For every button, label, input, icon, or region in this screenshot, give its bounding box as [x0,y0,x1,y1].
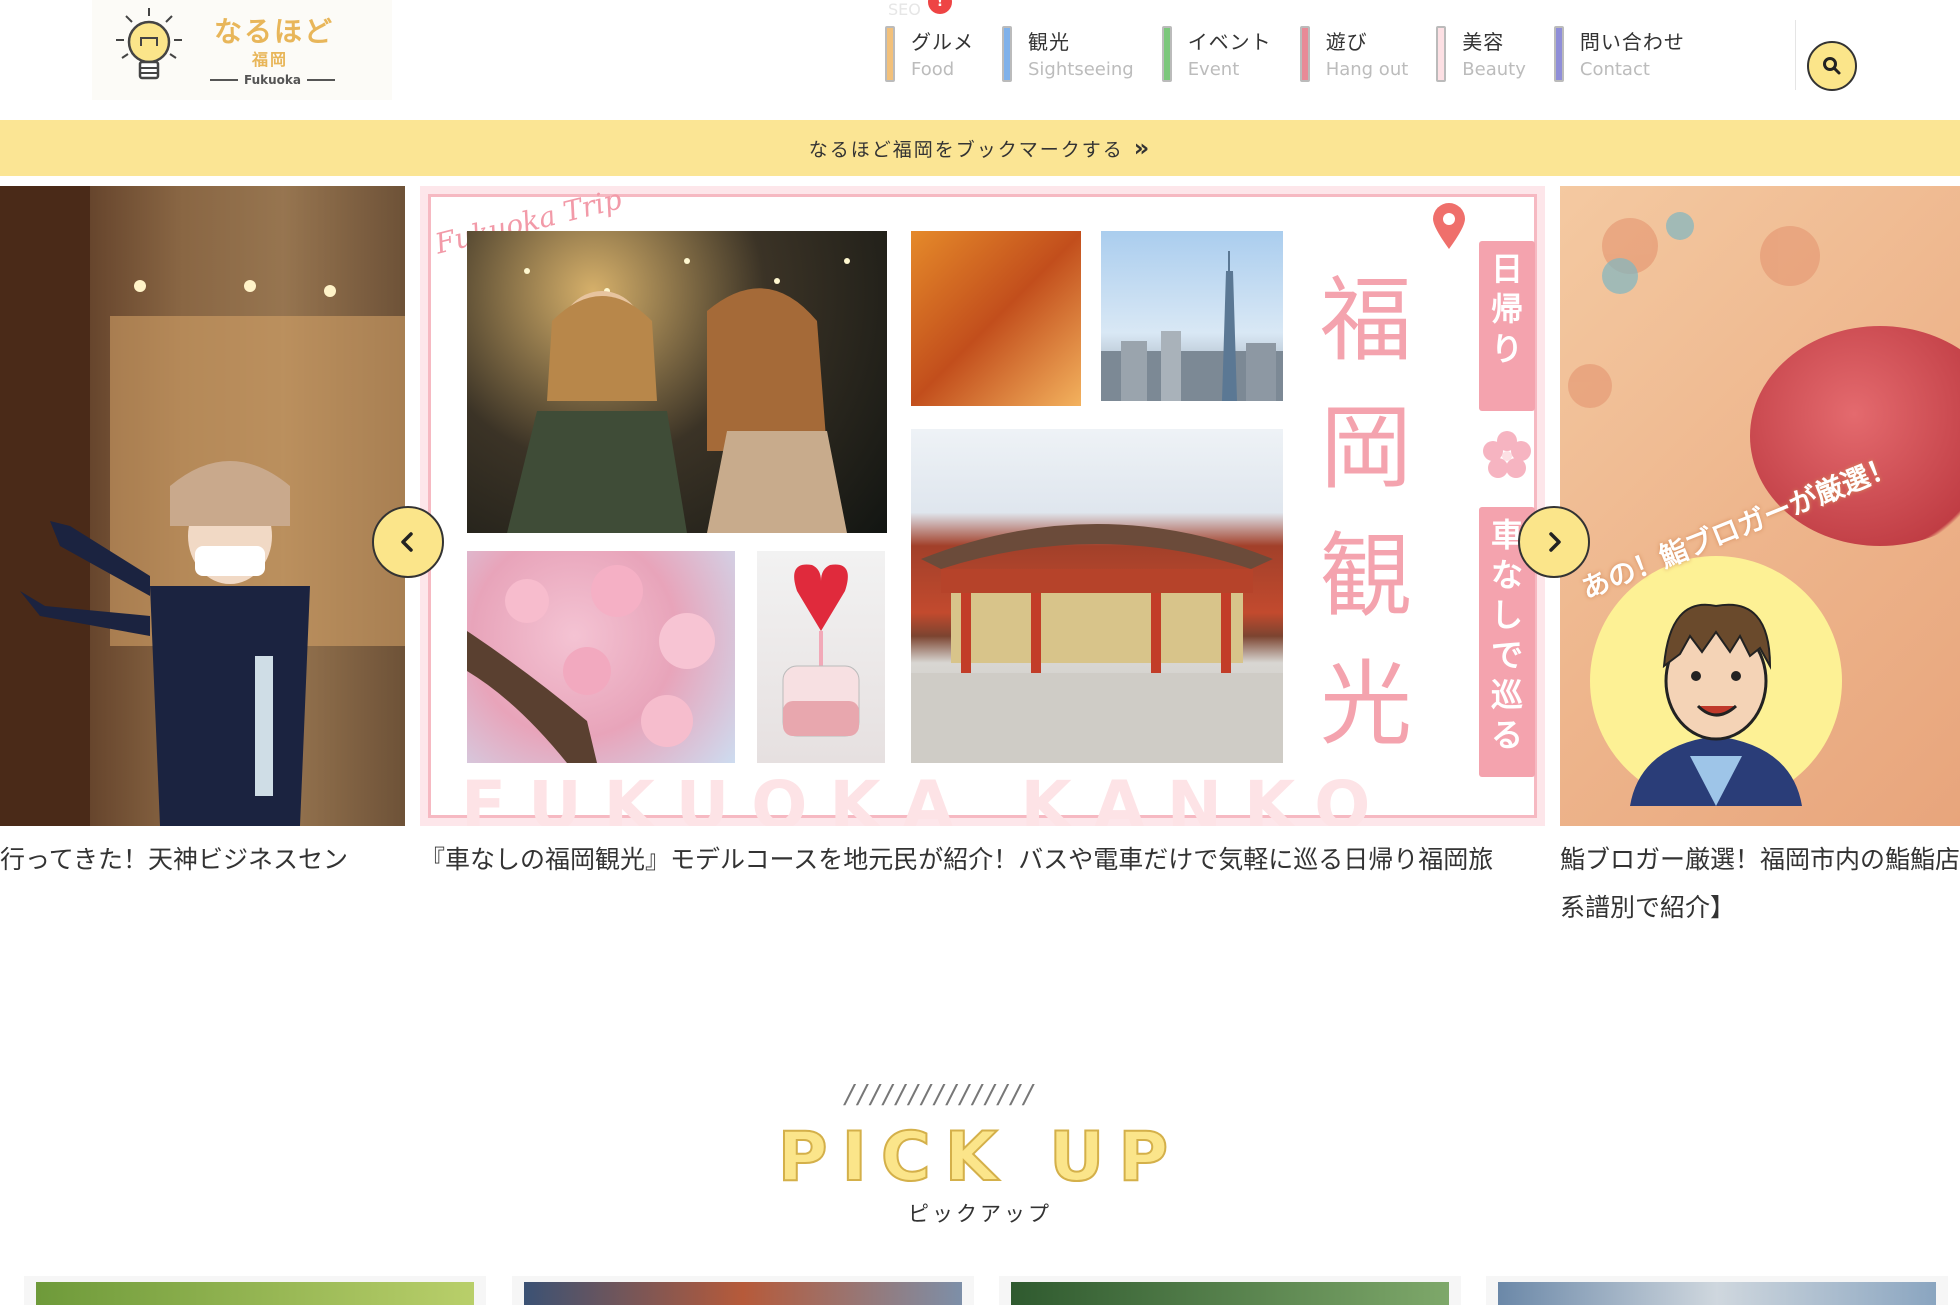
site-header: なるほど 福岡 Fukuoka SEO ! グルメ Food 観光 Sightsee… [0,0,1960,120]
slide-image-center[interactable]: Fukuoka Trip 福岡観光 日帰り 車なしで巡る FUKUOKA KAN… [420,186,1545,826]
nav-label: 遊び [1325,30,1368,54]
banner-tag-daytrip: 日帰り [1479,241,1535,411]
featured-slider: Fukuoka Trip 福岡観光 日帰り 車なしで巡る FUKUOKA KAN… [0,186,1960,926]
photo-cherry-blossom [467,551,735,763]
pickup-decoration: /////////////// [845,1080,1037,1110]
banner-frame: Fukuoka Trip 福岡観光 日帰り 車なしで巡る FUKUOKA KAN… [428,186,1537,826]
photo-candy-jar [757,551,885,763]
nav-label: イベント [1187,30,1272,54]
photo-night-friends [467,231,887,533]
pickup-card-image[interactable] [36,1282,474,1305]
photo-shrine [911,429,1283,763]
nav-color-bar [1161,26,1172,82]
nav-color-bar [1299,26,1310,82]
lightbulb-icon [116,8,182,80]
nav-sublabel: Hang out [1325,59,1409,80]
pickup-card-image[interactable] [524,1282,962,1305]
nav-label: 美容 [1462,30,1505,54]
nav-color-bar [1002,26,1012,82]
photo-city-skyline [1101,231,1283,401]
slide-image-right[interactable]: あの！鮨ブロガーが厳選！ [1560,186,1960,826]
seo-label: SEO [888,0,921,19]
photo-cherry-blossom-art [467,565,715,763]
search-button[interactable] [1807,41,1857,91]
map-pin-icon [1433,203,1465,249]
nav-sublabel: Sightseeing [1028,59,1134,80]
logo-title: なるほど [214,15,335,48]
nav-sublabel: Beauty [1462,59,1526,80]
chevron-left-icon [401,532,413,552]
nav-label: 問い合わせ [1579,30,1685,54]
slide-photo-left [0,186,405,826]
nav-color-bar [885,26,895,82]
photo-autumn-leaves [911,231,1081,406]
nav-item-contact[interactable]: 問い合わせ Contact [1553,26,1685,86]
pickup-card-image[interactable] [1011,1282,1449,1305]
logo-english-text: Fukuoka [244,73,301,87]
bookmark-label: なるほど福岡をブックマークする [808,138,1124,161]
nav-item-beauty[interactable]: 美容 Beauty [1436,26,1526,86]
main-nav: グルメ Food 観光 Sightseeing イベント Event 遊び Hang o… [885,26,1713,86]
banner-watermark: FUKUOKA KANKO [461,767,1393,826]
nav-color-bar [1436,26,1447,82]
photo-night-friends-art [507,258,850,533]
flower-icon [1483,431,1531,478]
nav-item-food[interactable]: グルメ Food [885,26,974,86]
photo-candy-jar-art [782,564,860,737]
pickup-heading: PICK UP [777,1117,1183,1198]
nav-sublabel: Food [911,59,955,80]
nav-color-bar [1553,26,1564,82]
photo-city-skyline-art [1101,251,1283,401]
slider-prev-button[interactable] [372,506,444,578]
slide-caption-right[interactable]: 鮨ブロガー厳選！福岡市内の鮨鮨店系譜別で紹介】 [1560,836,1960,932]
banner-title: 福岡観光 [1319,267,1412,758]
nav-sublabel: Event [1187,59,1240,80]
nav-sublabel: Contact [1579,59,1650,80]
nav-divider [1795,20,1796,90]
logo-english: Fukuoka [210,73,335,87]
nav-item-event[interactable]: イベント Event [1161,26,1272,86]
slide-caption-left[interactable]: 行ってきた！天神ビジネスセン [0,836,400,884]
pickup-cards [0,1276,1960,1305]
photo-shrine-art [911,524,1283,763]
slide-caption-center[interactable]: 『車なしの福岡観光』モデルコースを地元民が紹介！バスや電車だけで気軽に巡る日帰り… [420,836,1545,884]
blogger-avatar [1630,603,1802,806]
nav-label: グルメ [911,30,974,54]
nav-label: 観光 [1028,30,1070,54]
notification-badge: ! [928,0,952,14]
blogger-badge [1590,556,1842,806]
site-logo[interactable]: なるほど 福岡 Fukuoka [92,0,392,100]
bookmark-bar[interactable]: なるほど福岡をブックマークする » [0,120,1960,176]
double-chevron-right-icon: » [1133,134,1152,162]
search-icon [1823,57,1841,75]
slide-image-left[interactable] [0,186,405,826]
pickup-card-image[interactable] [1498,1282,1936,1305]
slider-next-button[interactable] [1518,506,1590,578]
logo-subtitle: 福岡 [252,50,289,69]
nav-item-sightseeing[interactable]: 観光 Sightseeing [1002,26,1134,86]
chevron-right-icon [1549,532,1561,552]
pickup-subheading: ピックアップ [908,1202,1052,1226]
nav-item-hangout[interactable]: 遊び Hang out [1299,26,1409,86]
